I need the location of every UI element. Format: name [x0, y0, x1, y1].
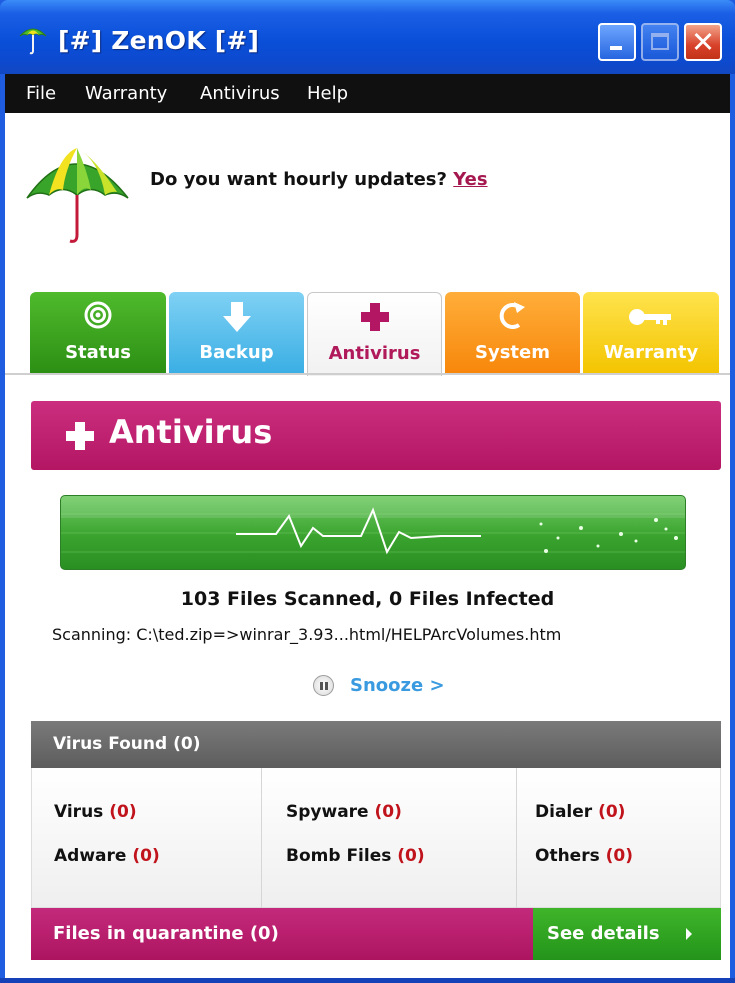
see-details-label: See details: [547, 923, 660, 944]
tabs-divider: [5, 373, 730, 375]
antivirus-header: Antivirus: [31, 401, 721, 470]
spyware-count: Spyware (0): [286, 802, 402, 822]
maximize-button[interactable]: [641, 23, 679, 61]
chevron-right-icon: [686, 928, 692, 940]
column-divider: [261, 768, 262, 908]
target-icon: [30, 300, 166, 334]
virus-found-header: Virus Found (0): [31, 721, 721, 768]
virus-found-panel: Virus (0) Adware (0) Spyware (0) Bomb Fi…: [31, 768, 721, 908]
tab-status-label: Status: [65, 342, 131, 363]
column-divider: [516, 768, 517, 908]
tab-system-label: System: [475, 342, 550, 363]
update-yes-link[interactable]: Yes: [453, 169, 487, 190]
scan-current-file: Scanning: C:\ted.zip=>winrar_3.93...html…: [52, 625, 562, 644]
scan-activity-monitor: [60, 495, 686, 570]
refresh-icon: [445, 300, 580, 336]
tab-system[interactable]: System: [445, 292, 580, 374]
antivirus-plus-icon: [66, 422, 94, 450]
down-arrow-icon: [169, 300, 304, 338]
tab-backup[interactable]: Backup: [169, 292, 304, 374]
heartbeat-graph: [61, 496, 685, 555]
plus-icon: [308, 301, 441, 337]
virus-found-title: Virus Found (0): [53, 734, 201, 754]
tab-antivirus-label: Antivirus: [328, 343, 421, 364]
dialer-count: Dialer (0): [535, 802, 626, 822]
tab-warranty[interactable]: Warranty: [583, 292, 719, 374]
bomb-files-count: Bomb Files (0): [286, 846, 425, 866]
title-bar[interactable]: [#] ZenOK [#] ✕: [0, 0, 735, 74]
quarantine-label: Files in quarantine (0): [53, 923, 279, 944]
tab-warranty-label: Warranty: [603, 342, 699, 363]
tab-antivirus[interactable]: Antivirus: [307, 292, 442, 376]
antivirus-title: Antivirus: [109, 413, 273, 451]
minimize-button[interactable]: [598, 23, 636, 61]
window-frame-bottom: [0, 978, 735, 983]
tab-backup-label: Backup: [199, 342, 274, 363]
adware-count: Adware (0): [54, 846, 160, 866]
quarantine-bar: Files in quarantine (0): [31, 908, 533, 960]
update-question: Do you want hourly updates?: [150, 169, 447, 190]
scan-summary: 103 Files Scanned, 0 Files Infected: [180, 588, 555, 610]
snooze-label: Snooze >: [350, 675, 445, 696]
see-details-button[interactable]: See details: [533, 908, 721, 960]
close-icon: ✕: [690, 25, 716, 59]
virus-count: Virus (0): [54, 802, 137, 822]
minimize-icon: [610, 46, 622, 50]
update-prompt: Do you want hourly updates? Yes: [150, 169, 488, 190]
menu-help[interactable]: Help: [307, 83, 348, 104]
umbrella-app-icon: [19, 28, 47, 55]
pause-icon: [313, 675, 334, 696]
umbrella-logo-icon: [26, 148, 129, 243]
others-count: Others (0): [535, 846, 634, 866]
menu-antivirus[interactable]: Antivirus: [200, 83, 280, 104]
menu-warranty[interactable]: Warranty: [85, 83, 167, 104]
key-icon: [583, 300, 719, 334]
menu-file[interactable]: File: [26, 83, 56, 104]
tab-status[interactable]: Status: [30, 292, 166, 374]
window-title: [#] ZenOK [#]: [58, 26, 260, 55]
menu-bar: File Warranty Antivirus Help: [5, 74, 730, 113]
maximize-icon: [651, 33, 669, 50]
close-button[interactable]: ✕: [684, 23, 722, 61]
